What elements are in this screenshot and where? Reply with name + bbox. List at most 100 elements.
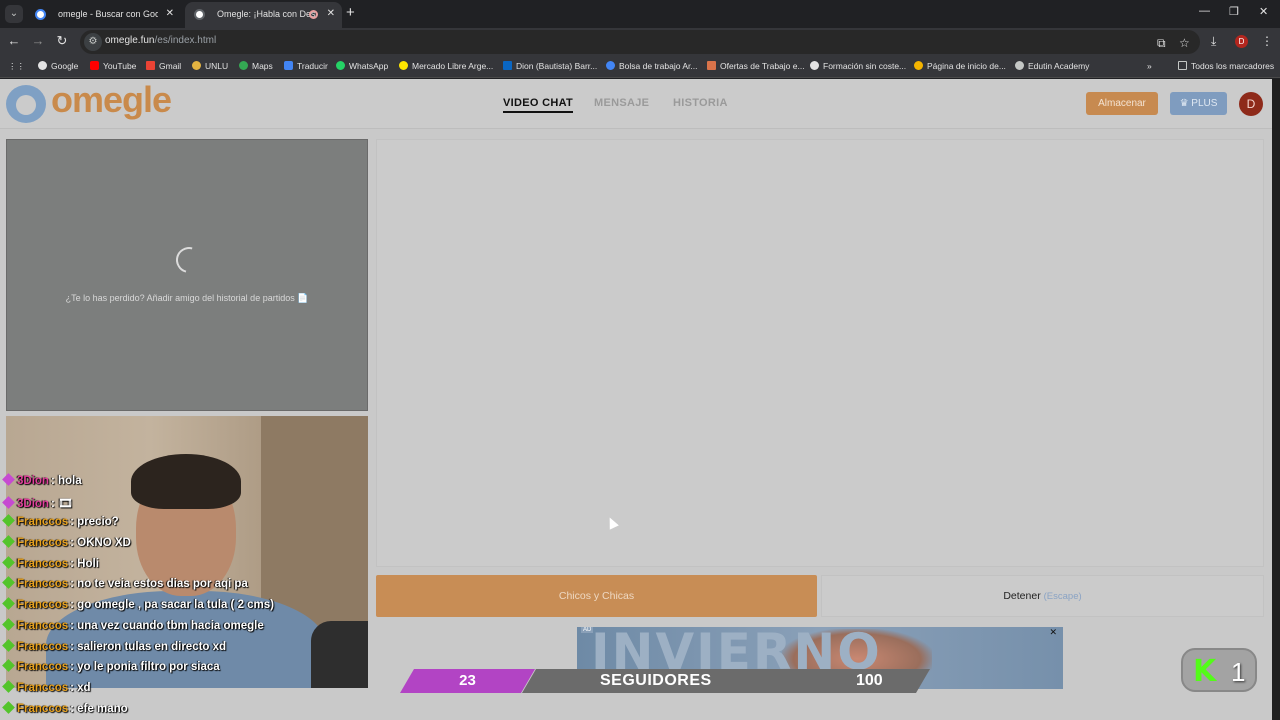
chat-message: Franccos: OKNO XD	[2, 535, 384, 558]
chat-username: Franccos	[17, 702, 69, 715]
chat-text: : efe mano	[70, 702, 128, 715]
bookmark-edutin[interactable]: Edutin Academy	[1015, 61, 1089, 71]
bookmark-maps[interactable]: Maps	[239, 61, 273, 71]
bookmark-youtube[interactable]: YouTube	[90, 61, 136, 71]
follower-label: SEGUIDORES	[600, 672, 712, 689]
chat-text: : hola	[50, 475, 82, 487]
stop-hint: (Escape)	[1043, 591, 1082, 602]
bookmark-traducir[interactable]: Traducir	[284, 61, 328, 71]
bookmark-unlu[interactable]: UNLU	[192, 61, 228, 71]
install-icon[interactable]: ⧉	[1157, 36, 1166, 51]
kick-logo-icon: K	[1193, 654, 1217, 689]
bookmarks-bar: ⋮⋮ Google YouTube Gmail UNLU Maps Traduc…	[0, 56, 1280, 78]
more-bookmarks-icon[interactable]: »	[1147, 61, 1152, 71]
tab-title: omegle - Buscar con Google	[58, 9, 158, 19]
chat-message: Franccos: go omegle , pa sacar la tula (…	[2, 597, 384, 620]
star-badge-icon	[2, 576, 15, 590]
star-badge-icon	[2, 617, 15, 631]
bookmark-formacion[interactable]: Formación sin coste...	[810, 61, 906, 71]
bookmark-whatsapp[interactable]: WhatsApp	[336, 61, 388, 71]
globe-icon	[194, 9, 205, 20]
chat-message: Franccos: precio?	[2, 514, 384, 537]
window-close-icon[interactable]: ✕	[1259, 5, 1268, 18]
match-preference-button[interactable]: Chicos y Chicas	[376, 575, 817, 617]
bookmark-gmail[interactable]: Gmail	[146, 61, 181, 71]
chat-username: Franccos	[17, 516, 69, 529]
scrollbar[interactable]	[1272, 79, 1280, 720]
star-badge-icon	[2, 700, 15, 714]
new-tab-button[interactable]: +	[346, 4, 355, 21]
download-icon[interactable]: ⤓	[1211, 34, 1216, 49]
minimize-icon[interactable]: —	[1199, 5, 1210, 17]
menu-icon[interactable]: ⋮	[1261, 34, 1273, 48]
gem-badge-icon	[2, 473, 15, 486]
star-badge-icon	[2, 535, 15, 548]
star-badge-icon	[2, 680, 15, 693]
chat-username: Franccos	[17, 599, 69, 612]
chat-username: 3Dion	[17, 475, 49, 487]
chat-message: Franccos: no te veia estos dias por aqi …	[2, 576, 384, 599]
chat-text: : precio?	[70, 516, 119, 529]
recording-icon	[309, 10, 318, 19]
stream-chat-overlay: 3Dion: hola 3Dion: 🎞 Franccos: precio? Fran…	[2, 473, 384, 720]
close-icon[interactable]: ✕	[1049, 627, 1057, 638]
follower-goal: 100	[856, 672, 883, 689]
chat-message: Franccos: yo le ponia filtro por siaca	[2, 659, 384, 682]
chat-message: Franccos: salieron tulas en directo xd	[2, 638, 384, 662]
nav-mensaje[interactable]: MENSAJE	[594, 97, 649, 109]
gem-badge-icon	[2, 495, 15, 509]
chat-text: : Holi	[70, 557, 99, 570]
google-icon	[35, 9, 46, 20]
tab-omegle[interactable]: Omegle: ¡Habla con Descon ✕	[185, 2, 342, 28]
missed-match-link[interactable]: ¿Te lo has perdido? Añadir amigo del his…	[7, 293, 367, 304]
star-badge-icon	[2, 555, 15, 569]
loading-spinner-icon	[171, 242, 207, 278]
viewer-count: 1	[1231, 657, 1246, 687]
close-icon[interactable]: ✕	[166, 2, 174, 26]
site-info-icon[interactable]: ⚙	[84, 33, 102, 51]
omegle-logo[interactable]: omegle	[6, 79, 172, 125]
tab-search-button[interactable]: ⌄	[5, 5, 23, 23]
avatar[interactable]: D	[1239, 92, 1263, 116]
nav-historia[interactable]: HISTORIA	[673, 97, 728, 109]
follower-goal-bar: 23 SEGUIDORES 100	[400, 669, 930, 693]
chat-username: Franccos	[17, 578, 69, 591]
address-bar[interactable]: ⚙ omegle.fun/es/index.html ⧉ ☆	[80, 30, 1200, 54]
store-button[interactable]: Almacenar	[1086, 92, 1158, 115]
chat-text: : 🎞	[50, 497, 73, 510]
bookmark-mercado-libre[interactable]: Mercado Libre Arge...	[399, 61, 493, 71]
tab-bar: ⌄ omegle - Buscar con Google ✕ Omegle: ¡…	[0, 0, 1280, 28]
chat-message: 3Dion: hola	[2, 473, 384, 496]
ad-tag: AD	[581, 627, 594, 633]
chat-message: Franccos: una vez cuando tbm hacia omegl…	[2, 617, 384, 641]
all-bookmarks-folder[interactable]: Todos los marcadores	[1178, 61, 1274, 71]
reload-icon[interactable]: ↻	[53, 33, 71, 49]
bookmark-bolsa-trabajo[interactable]: Bolsa de trabajo Ar...	[606, 61, 697, 71]
chat-username: 3Dion	[17, 497, 49, 510]
chat-text: : una vez cuando tbm hacia omegle	[70, 619, 264, 632]
maximize-icon[interactable]: ❐	[1229, 5, 1239, 18]
star-badge-icon	[2, 638, 15, 652]
close-icon[interactable]: ✕	[327, 2, 335, 26]
stop-button[interactable]: Detener (Escape)	[821, 575, 1264, 617]
tab-title: Omegle: ¡Habla con Descon	[217, 9, 317, 19]
bookmark-star-icon[interactable]: ☆	[1179, 36, 1190, 50]
tab-google[interactable]: omegle - Buscar con Google ✕	[26, 2, 181, 28]
plus-button[interactable]: ♛ PLUS	[1170, 92, 1227, 115]
chat-text: : no te veia estos dias por aqi pa	[70, 578, 248, 591]
kick-viewer-widget: K 1	[1181, 648, 1257, 692]
apps-icon[interactable]: ⋮⋮	[8, 61, 25, 72]
bookmark-google[interactable]: Google	[38, 61, 78, 71]
profile-icon[interactable]: D	[1235, 35, 1248, 48]
chat-stage	[376, 139, 1264, 567]
nav-video-chat[interactable]: VIDEO CHAT	[503, 97, 574, 113]
bookmark-ofertas-trabajo[interactable]: Ofertas de Trabajo e...	[707, 61, 805, 71]
forward-icon[interactable]: →	[29, 33, 47, 48]
chat-text: : yo le ponia filtro por siaca	[70, 661, 220, 674]
bookmark-pagina-inicio[interactable]: Página de inicio de...	[914, 61, 1006, 71]
bookmark-linkedin[interactable]: Dion (Bautista) Barr...	[503, 61, 597, 71]
chat-username: Franccos	[17, 537, 69, 550]
back-icon[interactable]: ←	[5, 33, 23, 48]
chat-bubble-icon	[6, 85, 46, 123]
page: omegle VIDEO CHAT MENSAJE HISTORIA Almac…	[0, 79, 1272, 720]
